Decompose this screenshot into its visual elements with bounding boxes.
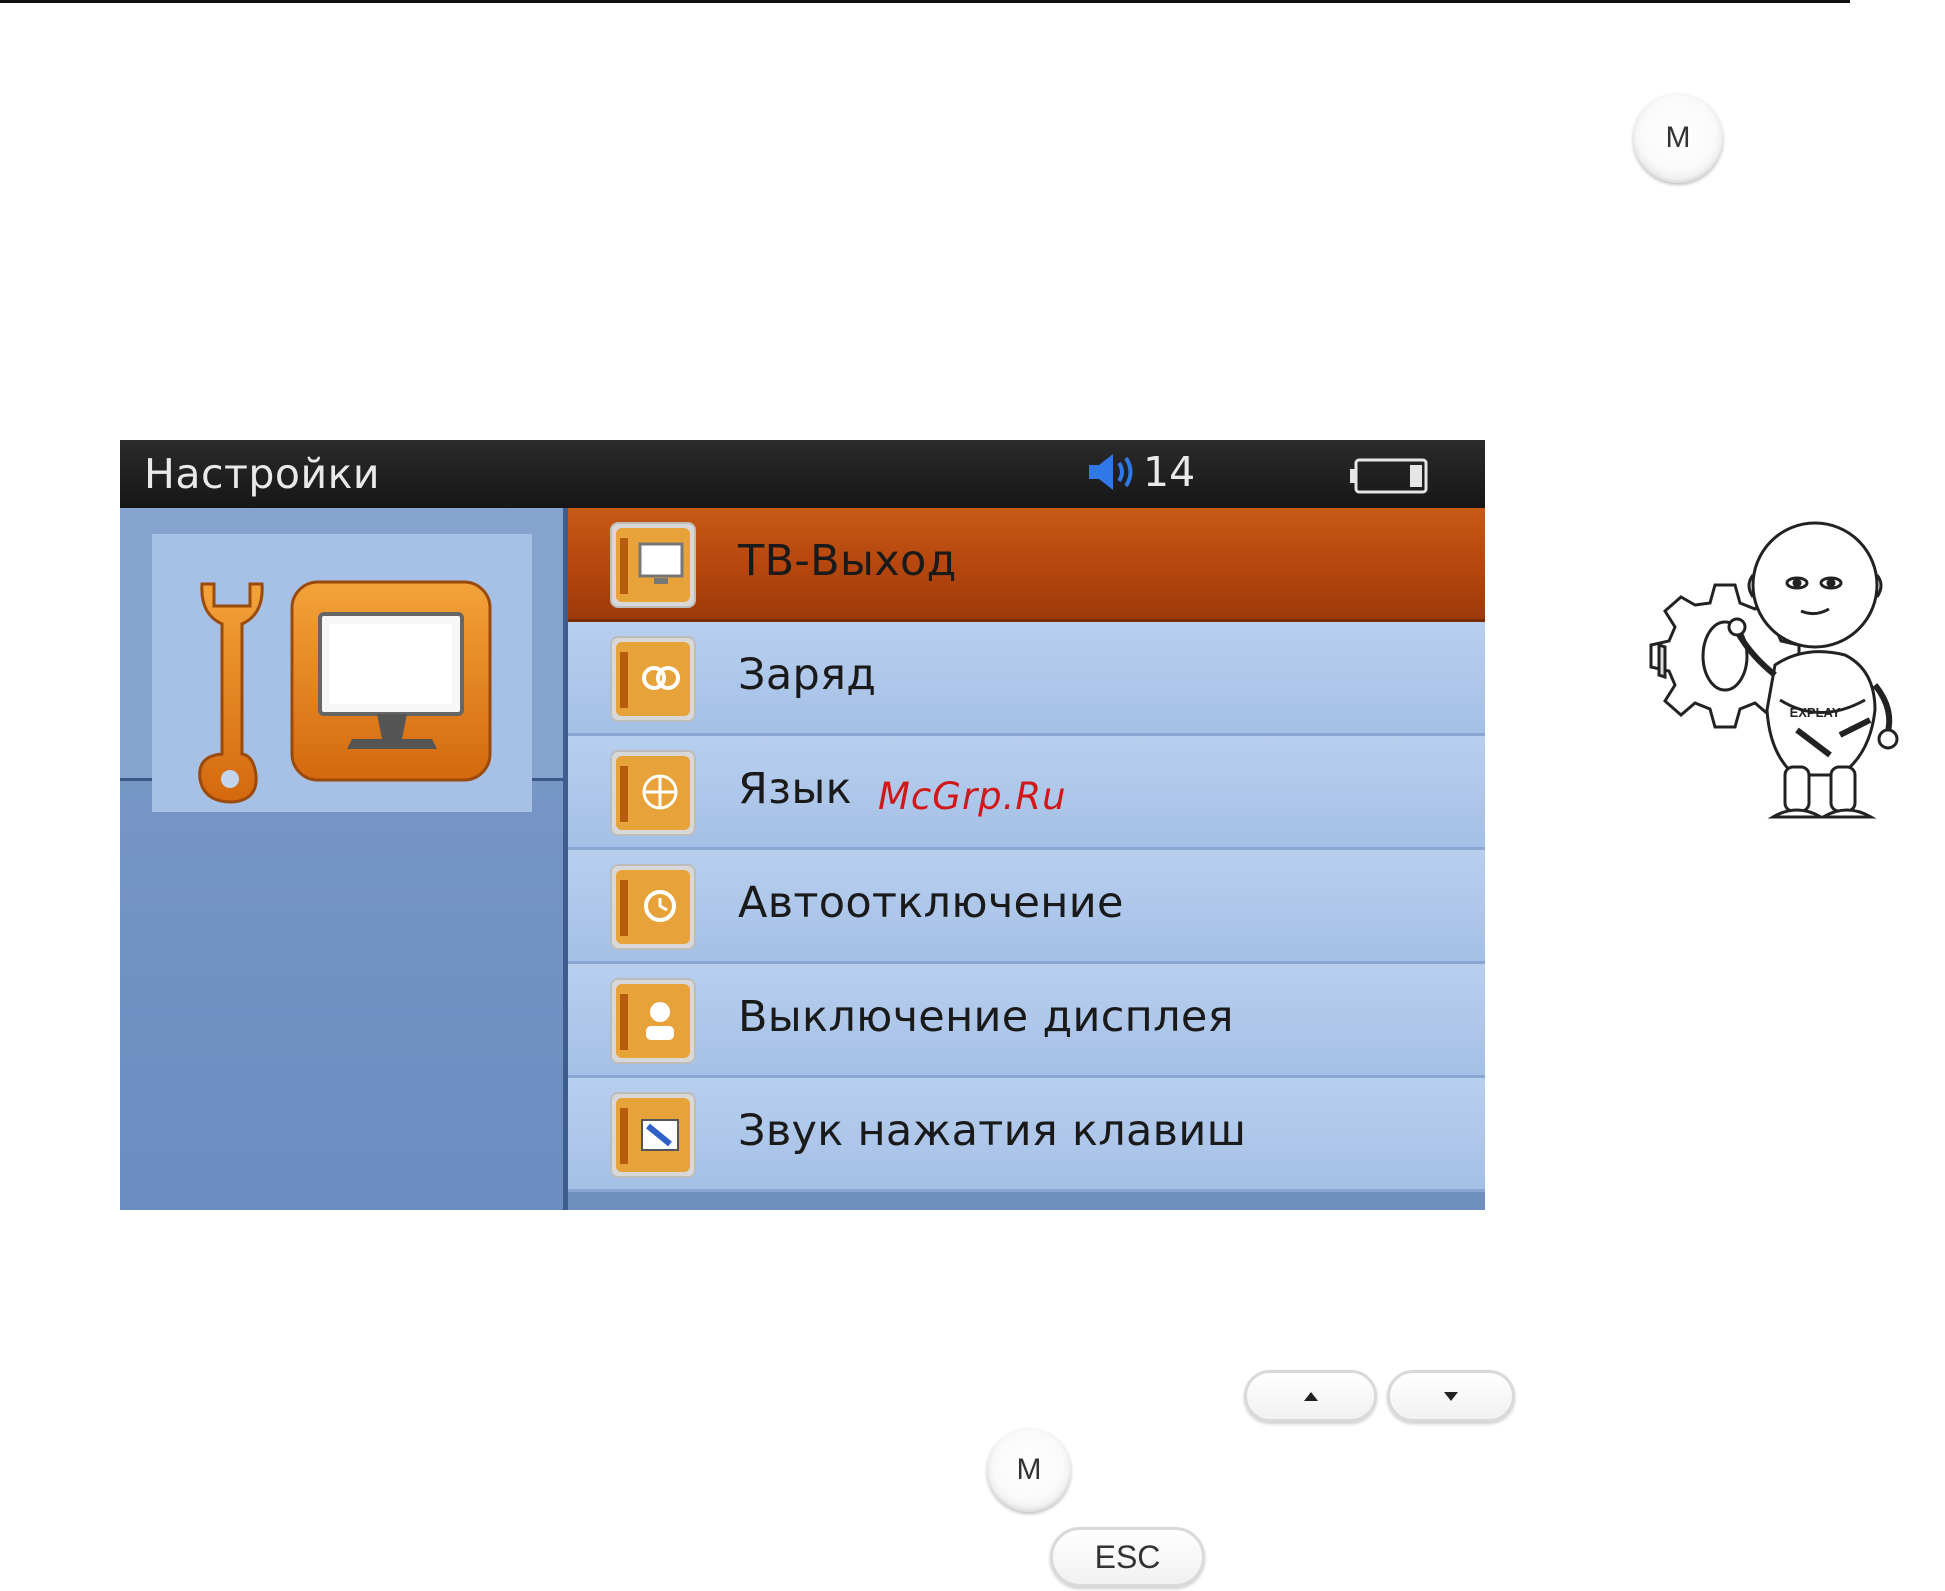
menu-m-label: M [1016,1453,1042,1486]
menu-item-charge[interactable]: Заряд [568,622,1485,736]
tv-out-icon [610,522,696,608]
menu-item-auto-off[interactable]: Автоотключение [568,850,1485,964]
wrench-monitor-icon [198,580,492,804]
menu-item-label: Звук нажатия клавиш [738,1106,1247,1156]
menu-item-label: Заряд [738,650,877,700]
menu-item-label: Автоотключение [738,878,1124,928]
menu-m-button-bottom[interactable]: M [987,1428,1071,1512]
charge-icon [610,636,696,722]
title-bar: Настройки 14 [120,440,1485,508]
menu-item-label: Язык [738,764,852,814]
volume-indicator: 14 [1085,448,1195,496]
page-top-rule [0,0,1850,3]
key-sound-icon [610,1092,696,1178]
volume-level: 14 [1143,448,1196,496]
down-button[interactable] [1387,1370,1515,1422]
display-off-icon [610,978,696,1064]
watermark-text: McGrp.Ru [878,775,1067,818]
esc-label: ESC [1094,1538,1161,1575]
up-button[interactable] [1244,1370,1377,1422]
arrow-down-icon [1444,1391,1458,1401]
mascot-logo-text: EXPLAY [1790,705,1841,720]
arrow-up-icon [1303,1391,1318,1401]
esc-button[interactable]: ESC [1050,1527,1205,1587]
mascot-gear-robot-icon: EXPLAY [1649,521,1899,819]
left-panel [120,508,563,1210]
battery-icon [1350,458,1428,494]
device-screen: Настройки 14 ТВ-Выход Заряд Язык Автоотк… [120,440,1485,1210]
menu-item-tv-out[interactable]: ТВ-Выход [568,508,1485,622]
auto-off-icon [610,864,696,950]
settings-menu: ТВ-Выход Заряд Язык Автоотключение Выклю… [568,508,1485,1210]
speaker-icon [1089,454,1133,490]
menu-m-label: M [1665,121,1691,154]
menu-item-display-off[interactable]: Выключение дисплея [568,964,1485,1078]
menu-m-button-top[interactable]: M [1633,93,1723,183]
language-icon [610,750,696,836]
screen-title: Настройки [144,450,381,498]
menu-item-label: Выключение дисплея [738,992,1234,1042]
menu-item-key-sound[interactable]: Звук нажатия клавиш [568,1078,1485,1192]
menu-item-label: ТВ-Выход [738,536,957,586]
settings-preview [152,534,532,812]
